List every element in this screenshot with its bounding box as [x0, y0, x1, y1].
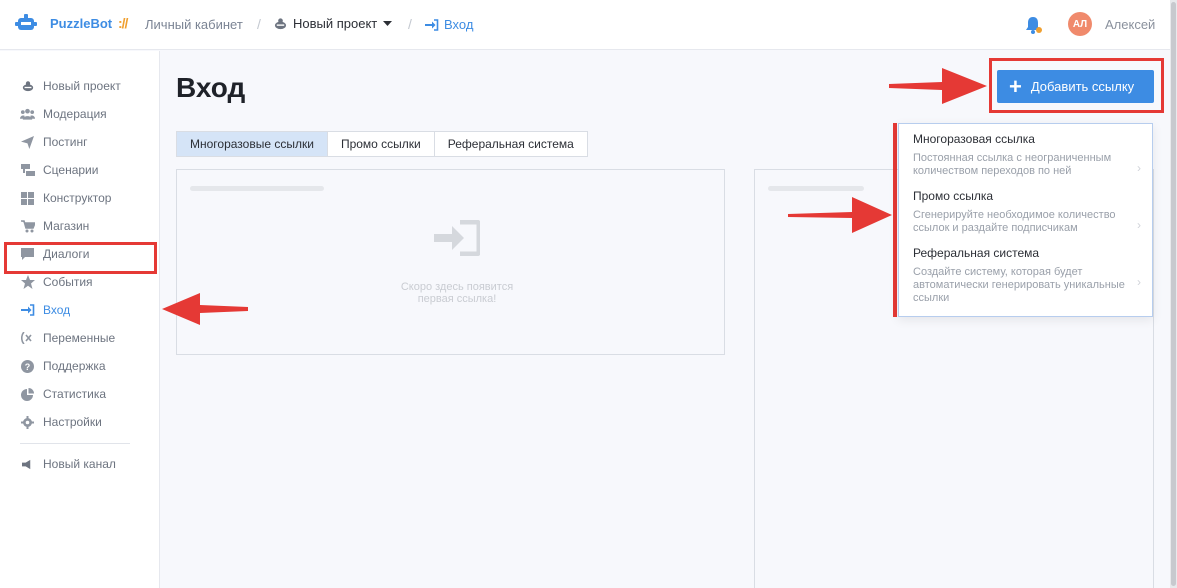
dropdown-item-referral-system[interactable]: Реферальная система Создайте систему, ко…: [913, 246, 1141, 305]
sidebar-item-label: Переменные: [43, 331, 116, 345]
sidebar-item-moderation[interactable]: Модерация: [20, 104, 107, 124]
brand-name[interactable]: PuzzleBot: [50, 16, 112, 31]
svg-text:?: ?: [25, 362, 31, 372]
star-icon: [20, 275, 35, 289]
sidebar-item-new-project[interactable]: Новый проект: [20, 76, 121, 96]
breadcrumb-project-label: Новый проект: [293, 16, 378, 31]
empty-state-line: первая ссылка!: [417, 293, 497, 305]
sidebar-item-label: Сценарии: [43, 163, 99, 177]
plus-icon: +: [1009, 73, 1022, 99]
sidebar-item-label: События: [43, 275, 93, 289]
sidebar-item-label: Модерация: [43, 107, 107, 121]
add-link-button-label: Добавить ссылку: [1030, 79, 1135, 94]
notification-bell-icon[interactable]: [1024, 15, 1042, 35]
sidebar-item-events[interactable]: События: [20, 272, 93, 292]
breadcrumb-current-label: Вход: [444, 17, 474, 32]
annotation-arrow-left-icon: [162, 293, 248, 325]
sidebar-item-support[interactable]: ? Поддержка: [20, 356, 106, 376]
breadcrumb-current: Вход: [425, 17, 473, 32]
breadcrumb-separator: /: [257, 16, 261, 32]
sidebar-item-label: Магазин: [43, 219, 90, 233]
sidebar-item-label: Постинг: [43, 135, 88, 149]
send-icon: [20, 135, 35, 149]
annotation-highlight-sidebar: [4, 242, 157, 274]
variable-icon: [20, 331, 35, 345]
sidebar-item-statistics[interactable]: Статистика: [20, 384, 106, 404]
scrollbar-thumb[interactable]: [1171, 2, 1176, 586]
gear-icon: [20, 415, 35, 429]
add-link-button[interactable]: + Добавить ссылку: [997, 70, 1154, 103]
sidebar-item-label: Вход: [43, 303, 71, 317]
sidebar-item-shop[interactable]: Магазин: [20, 216, 89, 236]
link-type-tabs: Многоразовые ссылки Промо ссылки Реферал…: [176, 131, 588, 157]
breadcrumb-project-dropdown[interactable]: Новый проект: [274, 16, 393, 31]
dropdown-item-title: Промо ссылка: [913, 189, 994, 203]
sidebar-item-constructor[interactable]: Конструктор: [20, 188, 111, 208]
top-bar: PuzzleBot :// Личный кабинет / Новый про…: [0, 0, 1170, 50]
page-title: Вход: [176, 72, 246, 103]
add-link-dropdown: Многоразовая ссылка Постоянная ссылка с …: [898, 123, 1153, 317]
card-header-placeholder: [768, 186, 864, 191]
dropdown-item-desc: Постоянная ссылка с неограниченным колич…: [913, 152, 1112, 177]
chevron-right-icon: ›: [1137, 161, 1141, 175]
pie-chart-icon: [20, 387, 35, 401]
dropdown-item-desc: Создайте систему, которая будет автомати…: [913, 266, 1125, 304]
page-scrollbar[interactable]: [1170, 0, 1177, 588]
sidebar-item-entry[interactable]: Вход: [20, 300, 70, 320]
puzzlebot-logo-icon[interactable]: [14, 12, 38, 36]
sidebar-item-scenarios[interactable]: Сценарии: [20, 160, 98, 180]
dropdown-item-promo-link[interactable]: Промо ссылка Сгенерируйте необходимое ко…: [913, 189, 1141, 235]
breadcrumb-separator: /: [408, 16, 412, 32]
sidebar-item-settings[interactable]: Настройки: [20, 412, 102, 432]
empty-state-text: Скоро здесь появится первая ссылка!: [357, 281, 557, 305]
card-header-placeholder: [190, 186, 324, 191]
dropdown-item-desc: Сгенерируйте необходимое количество ссыл…: [913, 209, 1116, 234]
sign-in-icon: [434, 220, 480, 256]
dropdown-item-title: Реферальная система: [913, 246, 1040, 260]
sidebar-item-label: Поддержка: [43, 359, 106, 373]
tab-reusable-links[interactable]: Многоразовые ссылки: [177, 132, 328, 156]
users-icon: [20, 107, 35, 121]
sidebar: Новый проект Модерация Постинг Сценарии …: [0, 51, 160, 588]
username[interactable]: Алексей: [1105, 17, 1155, 32]
breadcrumb-cabinet[interactable]: Личный кабинет: [145, 17, 243, 32]
chevron-right-icon: ›: [1137, 275, 1141, 289]
scenario-icon: [20, 163, 35, 177]
sidebar-item-new-channel[interactable]: Новый канал: [20, 454, 116, 474]
caret-down-icon: [383, 20, 393, 26]
links-list-card: [176, 169, 725, 355]
sidebar-divider: [20, 443, 130, 444]
sidebar-item-label: Новый канал: [43, 457, 116, 471]
brand-separator: ://: [118, 15, 129, 31]
empty-state-line: Скоро здесь появится: [400, 281, 514, 293]
sidebar-item-posting[interactable]: Постинг: [20, 132, 88, 152]
dropdown-item-reusable-link[interactable]: Многоразовая ссылка Постоянная ссылка с …: [913, 132, 1141, 178]
dropdown-item-title: Многоразовая ссылка: [913, 132, 1035, 146]
annotation-arrow-right-icon: [889, 68, 987, 104]
annotation-arrow-right-icon: [788, 197, 892, 233]
sidebar-item-label: Статистика: [43, 387, 107, 401]
cart-icon: [20, 219, 35, 233]
chevron-right-icon: ›: [1137, 218, 1141, 232]
help-icon: ?: [20, 359, 35, 373]
sidebar-item-variables[interactable]: Переменные: [20, 328, 115, 348]
channel-icon: [20, 457, 35, 471]
sidebar-item-label: Настройки: [43, 415, 102, 429]
bot-icon: [274, 18, 287, 30]
bot-icon: [20, 79, 35, 93]
sign-in-icon: [20, 303, 35, 317]
sidebar-item-label: Новый проект: [43, 79, 121, 93]
grid-icon: [20, 191, 35, 205]
tab-referral-system[interactable]: Реферальная система: [435, 132, 587, 156]
tab-promo-links[interactable]: Промо ссылки: [328, 132, 435, 156]
sidebar-item-label: Конструктор: [43, 191, 112, 205]
sign-in-icon: [425, 18, 439, 31]
avatar[interactable]: АЛ: [1068, 12, 1092, 36]
